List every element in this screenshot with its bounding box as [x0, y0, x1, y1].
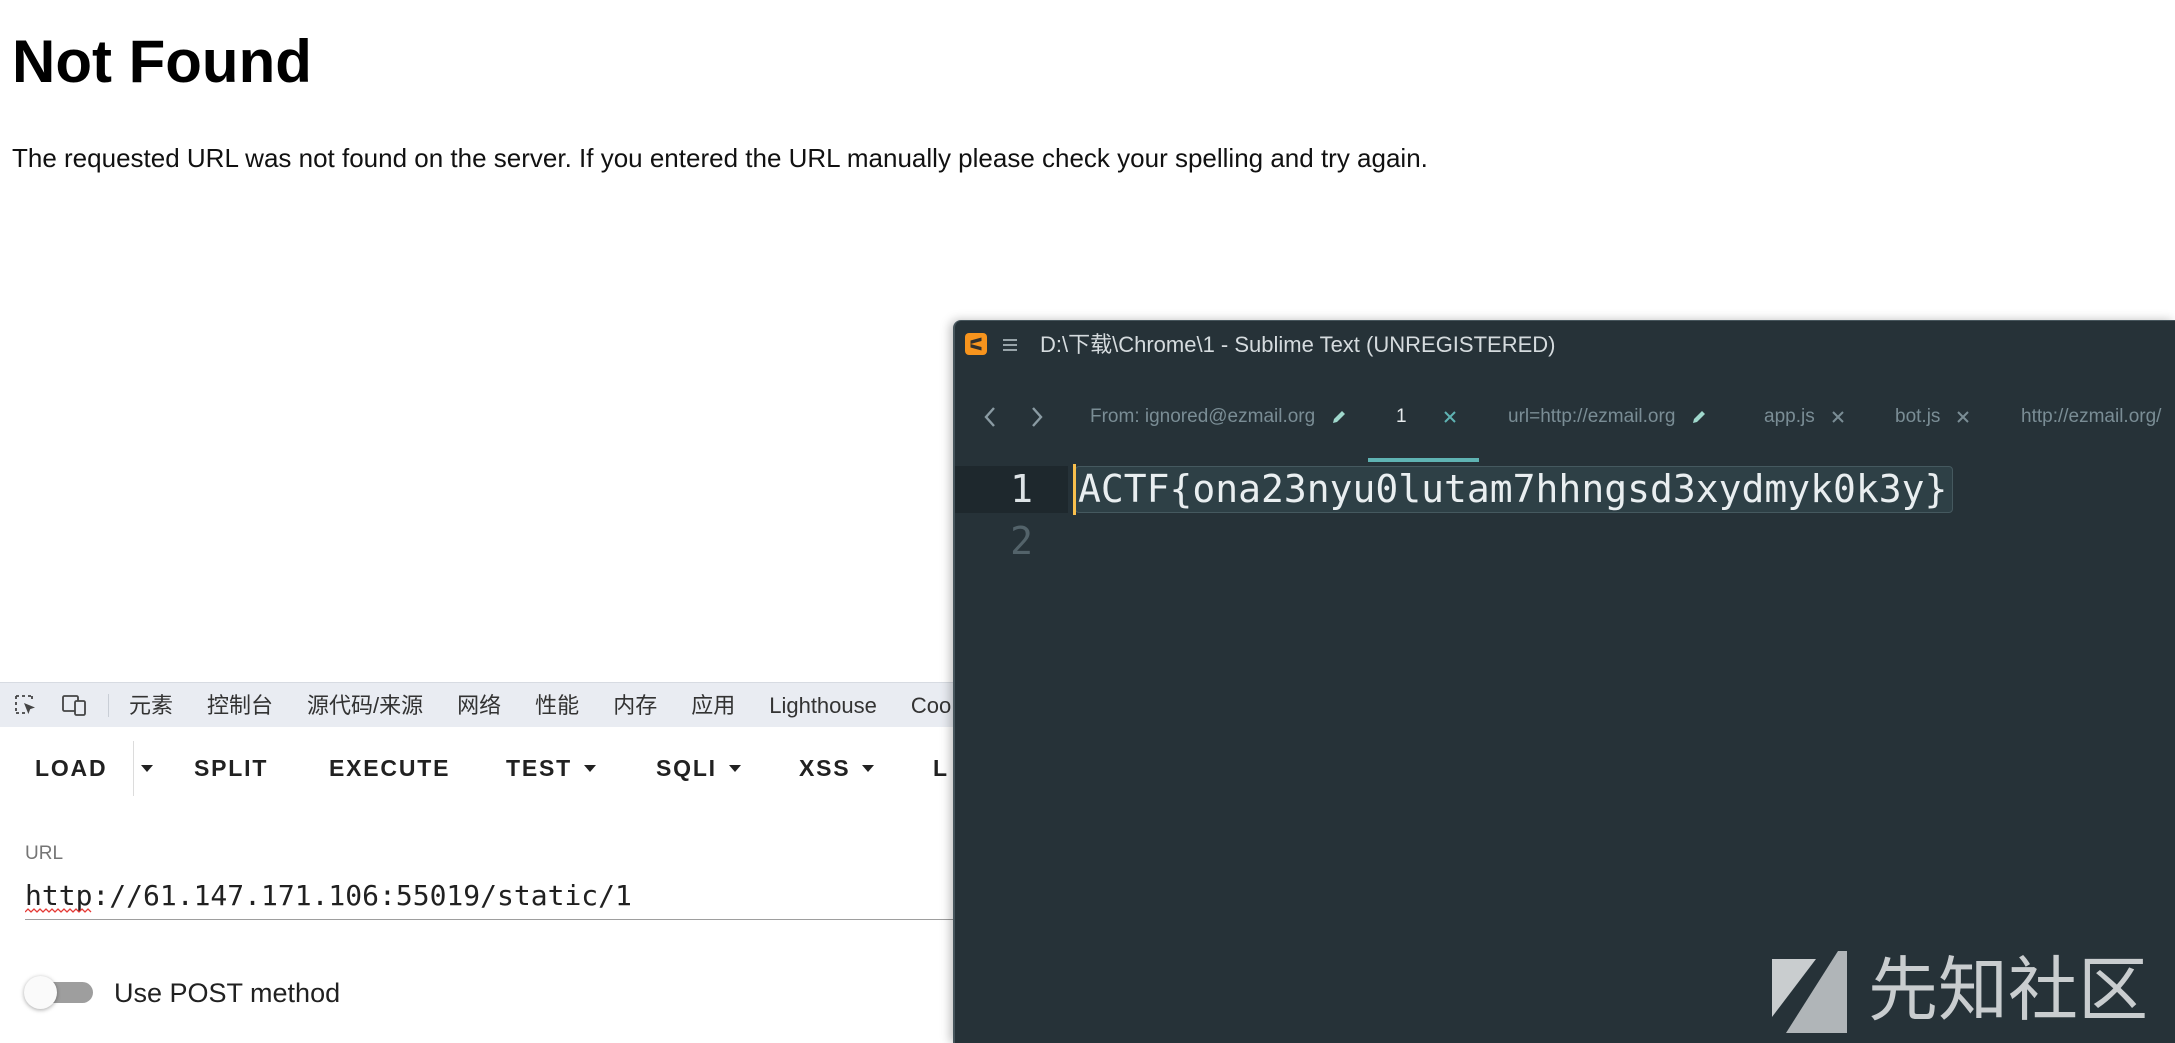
text-cursor [1073, 464, 1076, 515]
toolbar-divider [108, 694, 109, 717]
lfi-menu-button[interactable]: L [933, 753, 949, 783]
watermark-text: 先知社区 [1868, 949, 2148, 1031]
tab-label: url=http://ezmail.org [1508, 406, 1676, 427]
post-method-label[interactable]: Use POST method [114, 975, 340, 1011]
active-tab-indicator [1368, 458, 1479, 462]
line-number: 1 [1010, 467, 1033, 511]
caret-down-icon [141, 764, 153, 772]
devtools-tabs: 元素 控制台 源代码/来源 网络 性能 内存 应用 Lighthouse Coo [129, 683, 951, 728]
devtools-tab-lighthouse[interactable]: Lighthouse [769, 683, 877, 728]
line-number: 2 [1010, 519, 1033, 563]
devtools-tab-sources[interactable]: 源代码/来源 [307, 683, 423, 728]
pencil-icon [1333, 411, 1346, 423]
sqli-label: SQLI [656, 755, 717, 781]
caret-down-icon [583, 764, 596, 772]
url-input[interactable]: http://61.147.171.106:55019/static/1 [25, 874, 953, 920]
chevron-right-icon[interactable] [1029, 404, 1045, 430]
url-input-value[interactable]: http://61.147.171.106:55019/static/1 [25, 877, 632, 915]
xss-menu-button[interactable]: XSS [799, 753, 875, 783]
execute-button[interactable]: EXECUTE [329, 753, 450, 783]
test-menu-button[interactable]: TEST [506, 753, 596, 783]
inspect-element-icon[interactable] [13, 693, 39, 717]
devtools-tab-elements[interactable]: 元素 [129, 683, 173, 728]
tab-label: From: ignored@ezmail.org [1090, 406, 1316, 427]
close-icon[interactable] [1443, 410, 1457, 424]
tab-label: bot.js [1895, 406, 1941, 427]
caret-down-icon [728, 764, 741, 772]
sublime-text-icon [965, 333, 987, 355]
code-line[interactable]: ACTF{ona23nyu0lutam7hhngsd3xydmyk0k3y} [1078, 465, 1947, 513]
load-menu-button[interactable] [141, 753, 153, 783]
devtools-tab-console[interactable]: 控制台 [207, 683, 273, 728]
load-button[interactable]: LOAD [35, 753, 107, 783]
tab-url-ezmail[interactable]: url=http://ezmail.org [1508, 402, 1707, 432]
caret-down-icon [862, 764, 875, 772]
close-icon[interactable] [1956, 410, 1970, 424]
tab-label: 1 [1396, 406, 1407, 427]
devtools-tab-cookies[interactable]: Coo [911, 683, 951, 728]
close-icon[interactable] [1831, 410, 1845, 424]
tab-label: http://ezmail.org/ [2021, 406, 2162, 427]
tab-label: app.js [1764, 406, 1815, 427]
pencil-icon [1693, 411, 1706, 423]
window-title: D:\下载\Chrome\1 - Sublime Text (UNREGISTE… [1040, 332, 1556, 357]
devtools-tab-memory[interactable]: 内存 [613, 683, 657, 728]
spellcheck-squiggle [25, 908, 92, 913]
sublime-text-window: D:\下载\Chrome\1 - Sublime Text (UNREGISTE… [953, 320, 2175, 1043]
sqli-menu-button[interactable]: SQLI [656, 753, 741, 783]
devtools-tab-performance[interactable]: 性能 [535, 683, 579, 728]
chevron-left-icon[interactable] [982, 404, 998, 430]
tab-from-ignored-email[interactable]: From: ignored@ezmail.org [1090, 402, 1347, 432]
split-button[interactable]: SPLIT [194, 753, 268, 783]
test-label: TEST [506, 755, 572, 781]
tab-app-js[interactable]: app.js [1764, 402, 1845, 432]
hamburger-menu-icon[interactable] [1002, 336, 1018, 354]
tab-bot-js[interactable]: bot.js [1895, 402, 1970, 432]
tab-1[interactable]: 1 [1396, 402, 1457, 432]
devtools-tab-application[interactable]: 应用 [691, 683, 735, 728]
devtools-panel: 元素 控制台 源代码/来源 网络 性能 内存 应用 Lighthouse Coo… [0, 682, 953, 1043]
url-field-label: URL [25, 843, 64, 864]
devtools-tab-network[interactable]: 网络 [457, 683, 501, 728]
page-title: Not Found [12, 28, 312, 95]
xss-label: XSS [799, 755, 851, 781]
toggle-thumb[interactable] [24, 976, 57, 1009]
error-message: The requested URL was not found on the s… [12, 143, 1428, 173]
button-divider [133, 741, 134, 796]
tab-ezmail-url[interactable]: http://ezmail.org/ [2021, 402, 2161, 432]
devtools-tab-bar: 元素 控制台 源代码/来源 网络 性能 内存 应用 Lighthouse Coo [0, 682, 953, 727]
device-toolbar-icon[interactable] [61, 693, 89, 717]
xianzhi-logo-icon [1772, 951, 1847, 1033]
